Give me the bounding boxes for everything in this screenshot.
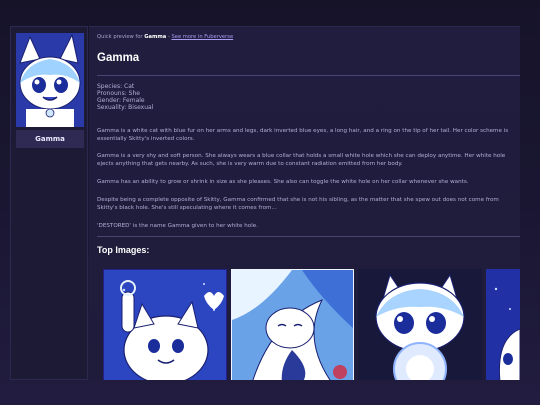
section-divider	[97, 236, 520, 237]
gamma-art-4-icon	[486, 269, 520, 380]
see-more-link[interactable]: See more in Fuberverse	[171, 34, 233, 40]
top-image-thumb[interactable]	[358, 269, 482, 380]
gamma-art-3-icon	[358, 269, 482, 380]
top-image-thumb[interactable]	[486, 269, 520, 380]
character-meta: Species: Cat Pronouns: She Gender: Femal…	[97, 83, 153, 111]
character-preview-panel: Quick preview for Gamma - See more in Fu…	[89, 26, 520, 380]
gamma-art-2-icon	[232, 270, 353, 380]
bio-paragraph: 'DESTORED' is the name Gamma given to he…	[97, 223, 258, 229]
character-avatar-icon	[16, 33, 84, 127]
top-image-thumb[interactable]	[231, 269, 354, 380]
preview-header: Quick preview for Gamma - See more in Fu…	[97, 34, 233, 40]
bio-paragraph: Gamma is a white cat with blue fur on he…	[97, 128, 509, 142]
bio-paragraph: Despite being a complete opposite of Ski…	[97, 197, 499, 211]
top-images-heading: Top Images:	[97, 245, 150, 255]
character-avatar[interactable]	[16, 33, 84, 127]
page-title: Gamma	[97, 52, 140, 64]
sexuality-field: Sexuality: Bisexual	[97, 104, 154, 111]
gamma-art-1-icon	[104, 270, 226, 380]
bio-paragraph: Gamma has an ability to grow or shrink i…	[97, 179, 469, 185]
bio-paragraph: Gamma is a very shy and soft person. She…	[97, 153, 506, 167]
pronouns-field: Pronouns: She	[97, 90, 140, 97]
species-field: Species: Cat	[97, 83, 135, 90]
preview-prefix: Quick preview for	[97, 34, 143, 40]
gender-field: Gender: Female	[97, 97, 145, 104]
sidebar-character-name: Gamma	[16, 130, 84, 148]
preview-character-name: Gamma	[144, 34, 167, 40]
title-divider	[97, 75, 520, 76]
character-sidebar: Gamma	[10, 26, 88, 380]
top-image-thumb[interactable]	[103, 269, 227, 380]
